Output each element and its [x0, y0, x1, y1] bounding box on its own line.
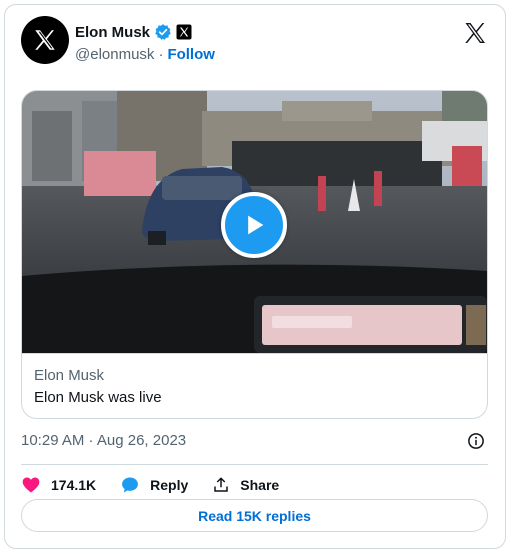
follow-link[interactable]: Follow — [167, 46, 215, 63]
handle-separator: · — [158, 46, 164, 63]
author-avatar[interactable] — [21, 16, 69, 64]
x-affiliate-badge-icon — [176, 24, 192, 40]
share-label: Share — [240, 477, 280, 493]
read-replies-button[interactable]: Read 15K replies — [21, 499, 488, 532]
media-card-title: Elon Musk was live — [34, 389, 162, 406]
author-handle-row: @elonmusk · Follow — [75, 46, 215, 63]
info-icon[interactable] — [467, 432, 485, 450]
media-card[interactable]: Elon Musk Elon Musk was live — [21, 90, 488, 419]
reply-label: Reply — [150, 477, 189, 493]
heart-icon — [22, 477, 40, 493]
reply-button[interactable]: Reply — [120, 475, 188, 495]
play-icon — [248, 215, 264, 235]
media-card-meta[interactable]: Elon Musk Elon Musk was live — [22, 353, 487, 418]
tweet-actions: 174.1K Reply Share — [21, 471, 279, 499]
like-count: 174.1K — [51, 477, 97, 493]
author-handle[interactable]: @elonmusk — [75, 46, 154, 63]
like-button[interactable]: 174.1K — [21, 475, 96, 495]
media-card-source: Elon Musk — [34, 367, 105, 384]
tweet-timestamp[interactable]: 10:29 AM · Aug 26, 2023 — [21, 431, 186, 451]
verified-badge-icon — [155, 24, 171, 40]
x-logo-icon[interactable] — [463, 21, 487, 45]
x-logo-icon — [35, 30, 55, 50]
divider — [21, 464, 488, 465]
tweet-embed-card: Elon Musk @elonmusk · Follow Elon Musk E… — [4, 4, 506, 549]
author-name-row: Elon Musk — [75, 23, 192, 41]
play-button[interactable] — [221, 192, 287, 258]
share-button[interactable]: Share — [212, 476, 279, 494]
share-icon — [214, 477, 229, 492]
reply-bubble-icon — [122, 477, 139, 493]
author-name[interactable]: Elon Musk — [75, 24, 150, 41]
video-thumbnail[interactable] — [22, 91, 487, 353]
